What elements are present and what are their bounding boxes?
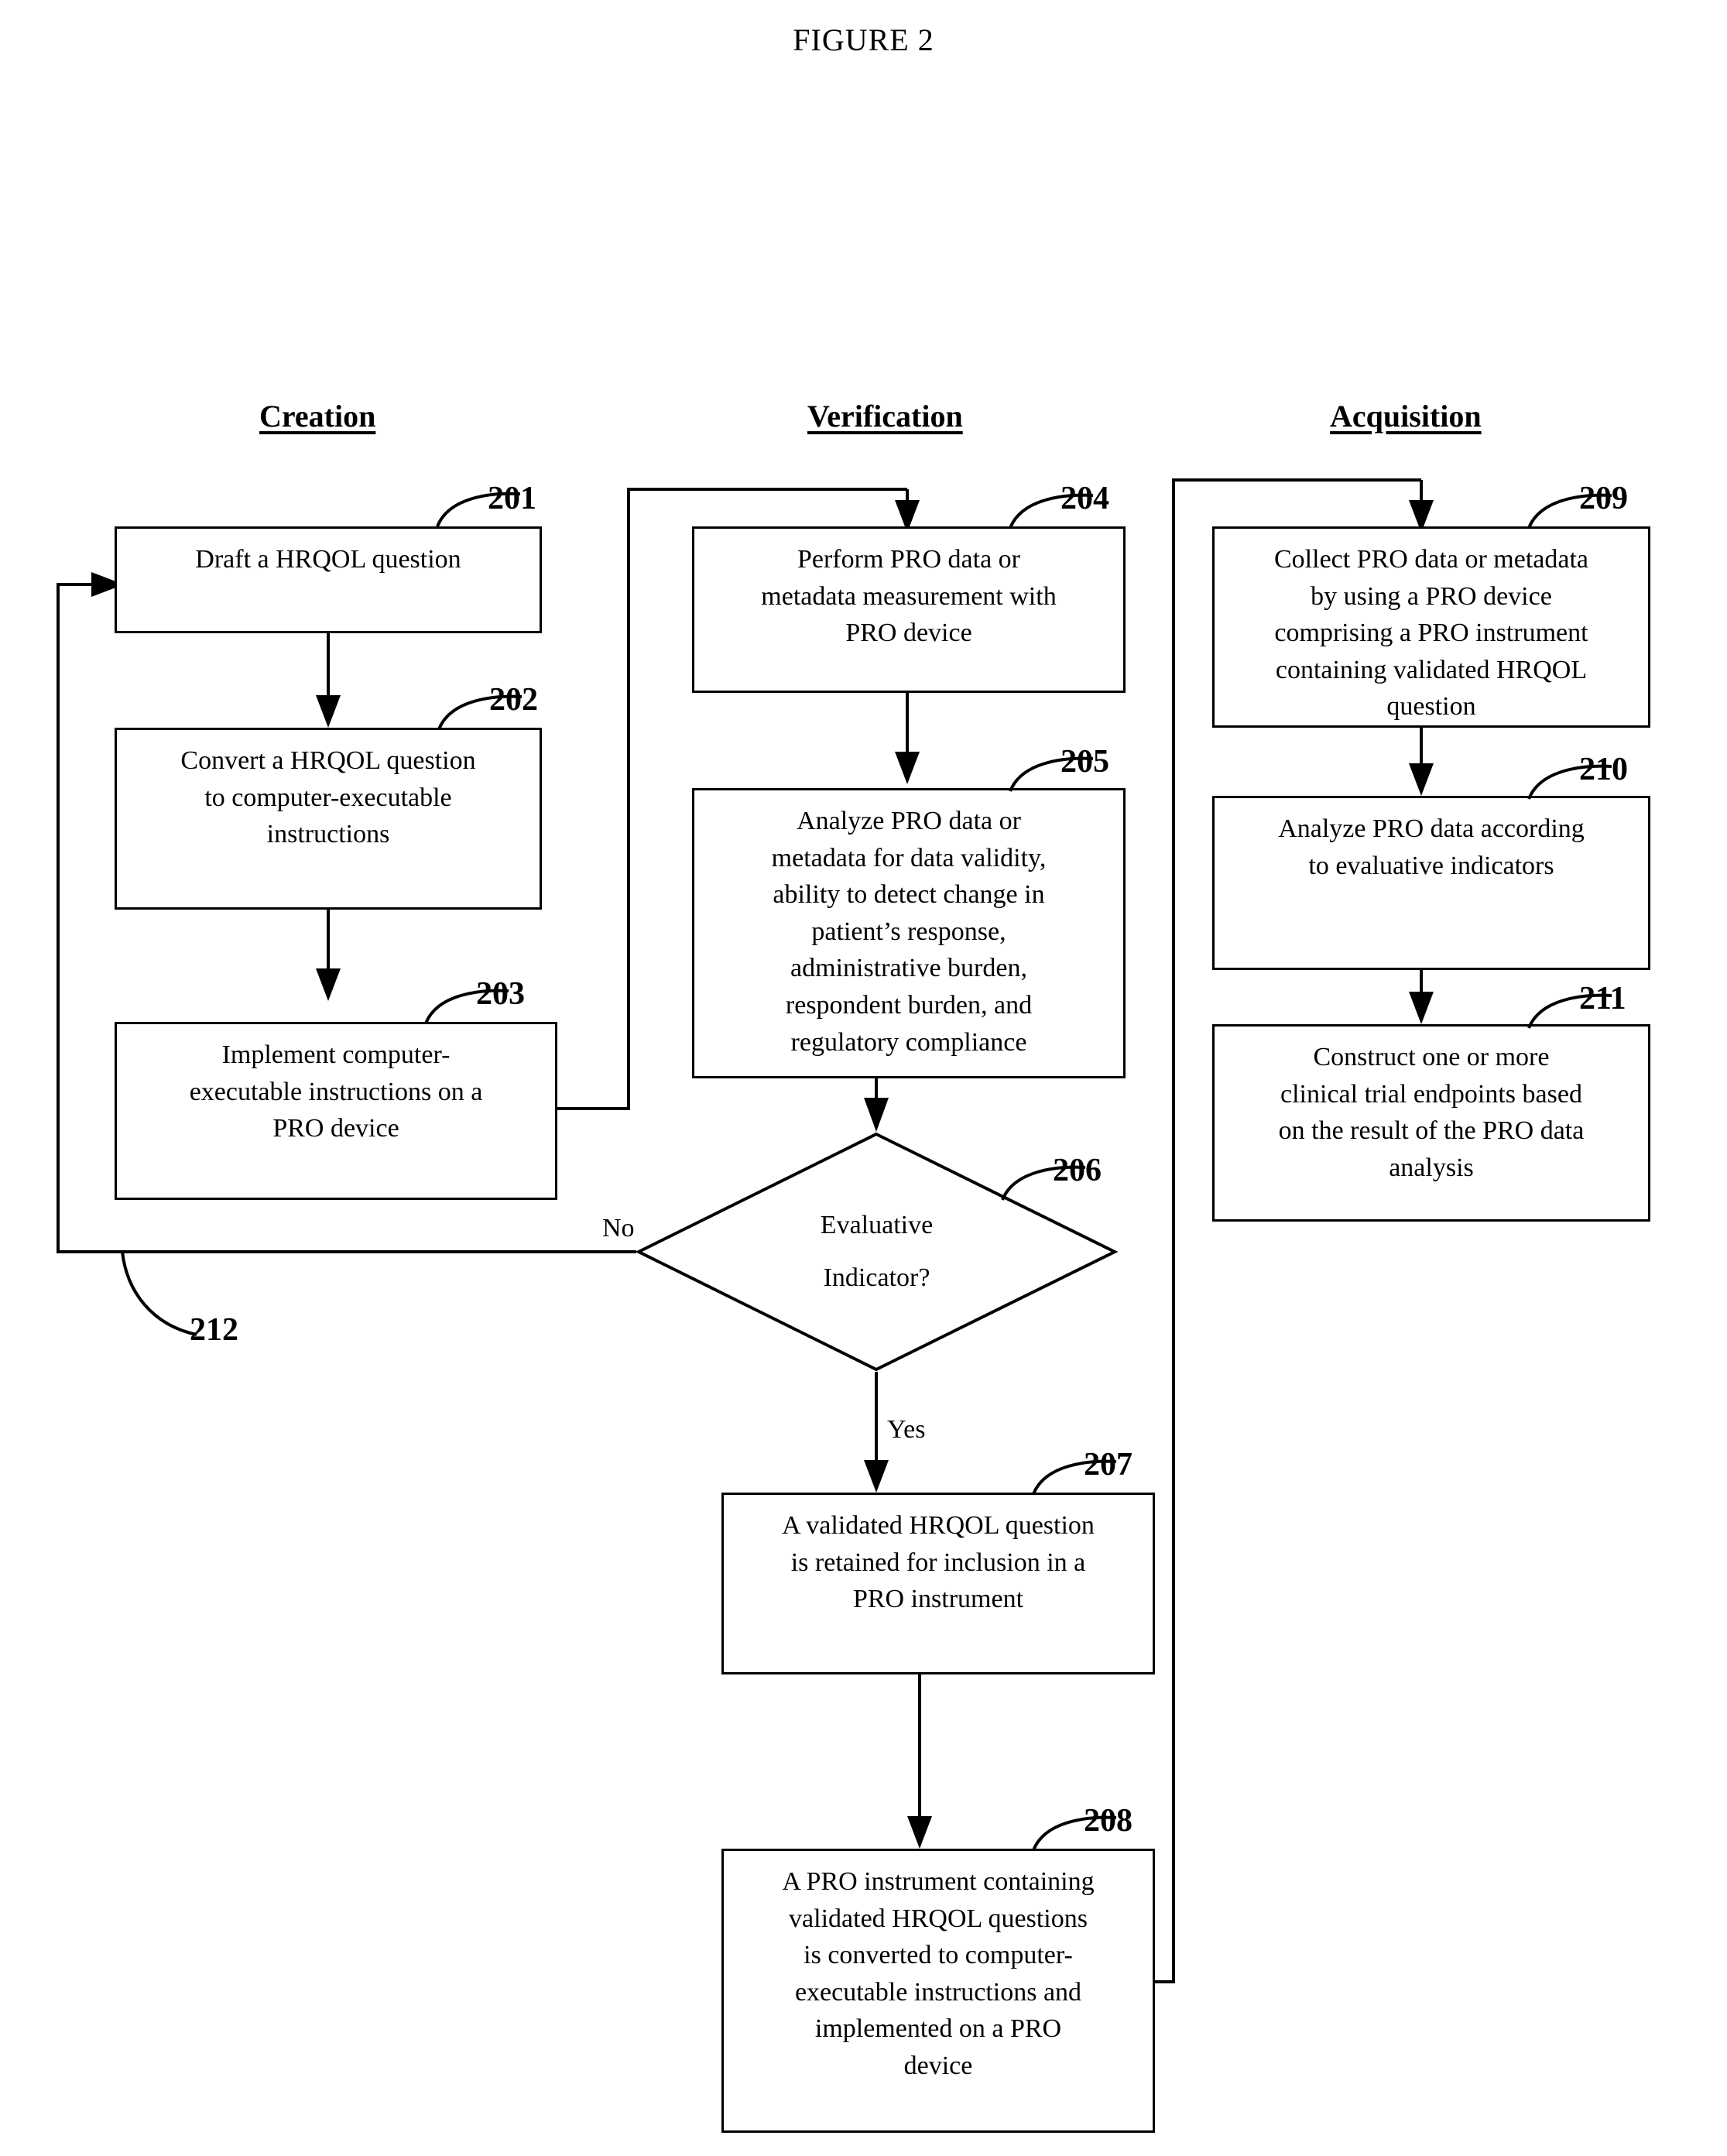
branch-label-yes: Yes bbox=[887, 1415, 926, 1444]
ref-numeral-212: 212 bbox=[190, 1312, 238, 1348]
process-box-211-text: Construct one or more clinical trial end… bbox=[1278, 1043, 1585, 1182]
process-box-204-text: Perform PRO data or metadata measurement… bbox=[761, 545, 1057, 648]
process-box-211[interactable]: Construct one or more clinical trial end… bbox=[1212, 1024, 1650, 1222]
ref-numeral-207: 207 bbox=[1084, 1447, 1132, 1482]
ref-numeral-202: 202 bbox=[489, 682, 538, 718]
process-box-204[interactable]: Perform PRO data or metadata measurement… bbox=[692, 526, 1126, 693]
process-box-210[interactable]: Analyze PRO data according to evaluative… bbox=[1212, 796, 1650, 970]
ref-numeral-209: 209 bbox=[1579, 481, 1628, 516]
process-box-209-text: Collect PRO data or metadata by using a … bbox=[1274, 545, 1588, 722]
process-box-205[interactable]: Analyze PRO data or metadata for data va… bbox=[692, 788, 1126, 1078]
process-box-207[interactable]: A validated HRQOL question is retained f… bbox=[721, 1493, 1155, 1674]
process-box-201-text: Draft a HRQOL question bbox=[195, 545, 461, 574]
ref-numeral-210: 210 bbox=[1579, 752, 1628, 787]
process-box-209[interactable]: Collect PRO data or metadata by using a … bbox=[1212, 526, 1650, 728]
column-header-verification: Verification bbox=[807, 399, 963, 434]
process-box-208-text: A PRO instrument containing validated HR… bbox=[782, 1867, 1095, 2080]
process-box-202[interactable]: Convert a HRQOL question to computer-exe… bbox=[115, 728, 542, 910]
column-header-creation: Creation bbox=[259, 399, 376, 434]
ref-numeral-203: 203 bbox=[476, 976, 525, 1012]
process-box-201[interactable]: Draft a HRQOL question bbox=[115, 526, 542, 633]
ref-numeral-201: 201 bbox=[488, 481, 536, 516]
ref-numeral-204: 204 bbox=[1061, 481, 1109, 516]
figure-title: FIGURE 2 bbox=[793, 22, 934, 57]
ref-numeral-206: 206 bbox=[1053, 1153, 1102, 1188]
ref-numeral-208: 208 bbox=[1084, 1803, 1132, 1839]
process-box-208[interactable]: A PRO instrument containing validated HR… bbox=[721, 1849, 1155, 2133]
process-box-202-text: Convert a HRQOL question to computer-exe… bbox=[180, 746, 476, 849]
process-box-203[interactable]: Implement computer- executable instructi… bbox=[115, 1022, 557, 1200]
column-header-acquisition: Acquisition bbox=[1330, 399, 1482, 434]
ref-numeral-211: 211 bbox=[1579, 981, 1626, 1016]
process-box-207-text: A validated HRQOL question is retained f… bbox=[782, 1511, 1095, 1614]
branch-label-no: No bbox=[602, 1214, 635, 1243]
process-box-203-text: Implement computer- executable instructi… bbox=[189, 1040, 483, 1143]
ref-numeral-205: 205 bbox=[1061, 744, 1109, 780]
patent-figure: FIGURE 2 Creation Verification Acquisiti… bbox=[0, 0, 1727, 2156]
process-box-210-text: Analyze PRO data according to evaluative… bbox=[1278, 814, 1585, 880]
process-box-205-text: Analyze PRO data or metadata for data va… bbox=[771, 807, 1047, 1057]
